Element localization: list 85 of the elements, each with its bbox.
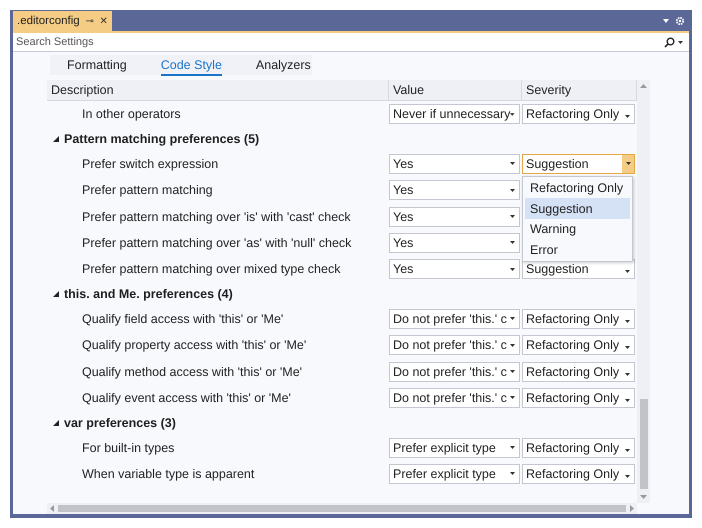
value-dropdown[interactable]: Never if unnecessary xyxy=(389,104,520,124)
caret-icon xyxy=(510,215,515,218)
caret-icon xyxy=(510,472,515,476)
caret-icon xyxy=(510,370,515,374)
horizontal-scrollbar[interactable] xyxy=(47,503,637,514)
value-dropdown[interactable]: Do not prefer 'this.' c xyxy=(389,362,520,382)
group-heading: this. and Me. preferences (4) xyxy=(64,287,233,302)
value-dropdown[interactable]: Yes xyxy=(389,180,520,200)
search-field[interactable]: Search Settings xyxy=(16,36,664,48)
value-dropdown[interactable]: Do not prefer 'this.' c xyxy=(389,335,520,356)
setting-label: Prefer pattern matching over 'is' with 'cast' check xyxy=(81,210,352,224)
menu-option[interactable]: Warning xyxy=(525,218,630,240)
setting-label: For built-in types xyxy=(81,440,176,455)
caret-icon xyxy=(510,241,515,244)
tab[interactable]: Formatting xyxy=(50,55,144,75)
scroll-right-icon[interactable] xyxy=(630,505,634,512)
caret-icon xyxy=(625,398,630,402)
severity-dropdown[interactable]: Refactoring Only xyxy=(522,104,635,124)
scroll-up-icon[interactable] xyxy=(640,84,647,88)
severity-dropdown[interactable]: Refactoring Only xyxy=(522,464,635,484)
expander-icon[interactable] xyxy=(53,420,59,426)
caret-icon xyxy=(510,446,515,450)
caret-icon xyxy=(510,112,515,116)
value-dropdown[interactable]: Do not prefer 'this.' c xyxy=(389,308,520,329)
setting-label: Qualify method access with 'this' or 'Me' xyxy=(81,364,304,379)
severity-dropdown[interactable]: Refactoring Only xyxy=(522,362,635,382)
value-dropdown[interactable]: Prefer explicit type xyxy=(389,438,520,458)
value-dropdown[interactable]: Yes xyxy=(389,232,520,253)
caret-icon xyxy=(510,188,515,192)
caret-icon xyxy=(625,270,630,274)
severity-dropdown[interactable]: Refactoring Only xyxy=(522,438,635,458)
tab[interactable]: Analyzers xyxy=(238,55,328,75)
scrollbar-thumb[interactable] xyxy=(640,399,648,489)
caret-icon xyxy=(510,268,515,271)
caret-icon xyxy=(625,474,630,478)
severity-dropdown[interactable]: Refactoring Only xyxy=(522,335,635,356)
tab[interactable]: Code Style xyxy=(144,55,239,75)
caret-icon xyxy=(625,115,630,118)
setting-label: Qualify property access with 'this' or 'Me' xyxy=(81,338,308,352)
caret-icon xyxy=(625,448,630,452)
value-dropdown[interactable]: Yes xyxy=(389,259,520,280)
setting-label: Prefer pattern matching over 'as' with 'null' check xyxy=(81,236,352,250)
search-icon[interactable] xyxy=(664,36,675,48)
caret-icon xyxy=(625,372,630,376)
setting-label: When variable type is apparent xyxy=(81,466,256,481)
group-heading: Pattern matching preferences (5) xyxy=(64,132,260,146)
caret-icon xyxy=(510,396,515,400)
dropdown-icon[interactable] xyxy=(663,19,669,23)
caret-icon xyxy=(510,317,515,320)
setting-label: Prefer pattern matching xyxy=(81,183,214,198)
search-box[interactable]: Search Settings xyxy=(13,33,689,52)
caret-icon xyxy=(678,40,683,44)
caret-icon xyxy=(625,346,630,350)
caret-icon xyxy=(510,344,515,347)
scroll-left-icon[interactable] xyxy=(50,505,54,512)
setting-label: Qualify event access with 'this' or 'Me' xyxy=(81,390,292,405)
caret-icon xyxy=(510,162,515,166)
scrollbar-thumb[interactable] xyxy=(58,505,626,512)
value-dropdown[interactable]: Prefer explicit type xyxy=(389,464,520,484)
caret-icon xyxy=(626,162,630,166)
value-dropdown[interactable]: Yes xyxy=(389,206,520,227)
severity-dropdown[interactable]: Refactoring Only xyxy=(522,308,635,329)
document-tab[interactable]: .editorconfig ⊸ ✕ xyxy=(13,11,112,31)
vertical-scrollbar[interactable] xyxy=(637,80,650,503)
setting-label: In other operators xyxy=(81,107,182,122)
group-heading: var preferences (3) xyxy=(64,416,176,430)
setting-label: Qualify field access with 'this' or 'Me' xyxy=(81,312,284,326)
menu-option[interactable]: Error xyxy=(525,239,630,260)
value-dropdown[interactable]: Do not prefer 'this.' c xyxy=(389,388,520,408)
menu-option[interactable]: Suggestion xyxy=(525,198,630,219)
settings-icon[interactable] xyxy=(675,16,685,26)
setting-label: Prefer switch expression xyxy=(81,156,220,171)
severity-dropdown[interactable]: Refactoring Only xyxy=(522,388,635,408)
value-dropdown[interactable]: Yes xyxy=(389,154,520,174)
column-header[interactable]: Description xyxy=(47,80,389,100)
setting-label: Prefer pattern matching over mixed type check xyxy=(81,262,342,276)
severity-dropdown[interactable]: Suggestion xyxy=(522,154,635,174)
menu-option[interactable]: Refactoring Only xyxy=(525,178,630,198)
expander-icon[interactable] xyxy=(53,136,59,142)
pin-button[interactable]: ⊸ xyxy=(86,15,94,27)
caret-icon xyxy=(625,320,630,323)
expander-icon[interactable] xyxy=(53,291,59,298)
column-header[interactable]: Value xyxy=(389,80,522,100)
scroll-down-icon[interactable] xyxy=(640,495,647,499)
close-button[interactable]: ✕ xyxy=(100,15,108,27)
